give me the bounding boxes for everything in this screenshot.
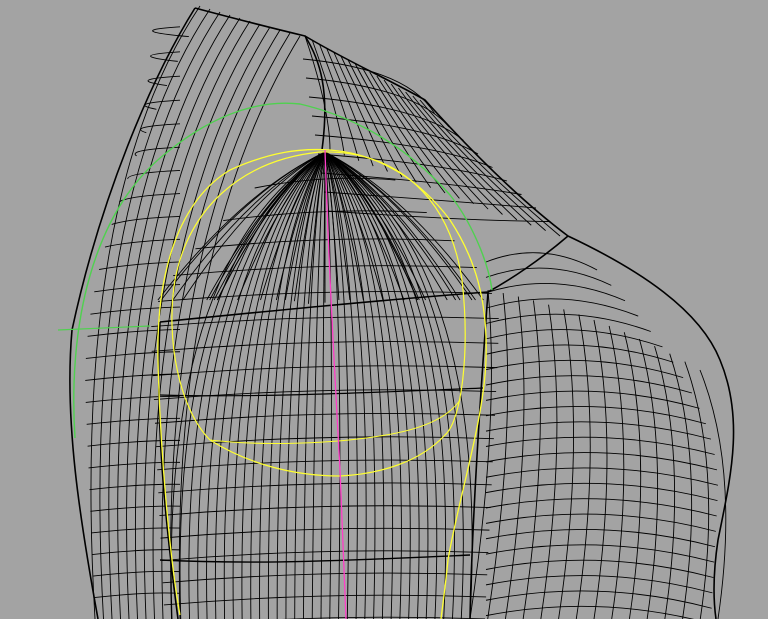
mesh-line <box>485 498 717 517</box>
mesh-line <box>324 151 358 619</box>
mesh-line <box>69 7 196 619</box>
wireframe-canvas[interactable] <box>0 0 768 619</box>
mesh-line <box>485 529 716 548</box>
mesh-line <box>85 351 181 359</box>
mesh-line <box>85 395 181 403</box>
mesh-line <box>485 421 712 440</box>
mesh-line <box>90 306 181 315</box>
mesh-line <box>699 369 727 619</box>
mesh-line <box>522 300 541 619</box>
mesh-line <box>111 216 181 225</box>
mesh-line <box>304 35 331 151</box>
mesh-line <box>320 151 326 619</box>
mesh-line <box>324 151 376 619</box>
mesh-line <box>89 483 181 491</box>
magenta-axis-curve[interactable] <box>324 149 347 619</box>
3d-viewport[interactable] <box>0 0 768 619</box>
mesh-line <box>160 527 490 539</box>
mesh-line <box>159 505 491 516</box>
mesh-line <box>127 170 181 180</box>
mesh-line <box>157 459 493 471</box>
mesh-line <box>99 8 211 619</box>
mesh-line <box>92 549 181 555</box>
mesh-line <box>147 75 181 86</box>
mesh-line <box>90 5 201 619</box>
mesh-line <box>87 439 181 447</box>
mesh-line <box>485 375 693 394</box>
mesh-line <box>485 390 700 409</box>
mesh-line <box>376 75 475 205</box>
mesh-line <box>179 151 326 619</box>
mesh-line <box>485 605 695 619</box>
mesh-line <box>485 359 684 379</box>
mesh-line <box>232 151 326 619</box>
mesh-line <box>161 550 489 562</box>
mesh-line <box>152 365 498 377</box>
mesh-line <box>593 319 608 619</box>
mesh-line <box>485 436 715 455</box>
mesh-line <box>333 51 388 172</box>
mesh-line <box>194 7 326 151</box>
mesh-line <box>144 99 181 110</box>
mesh-line <box>182 151 326 301</box>
mesh-line <box>485 283 626 302</box>
mesh-line <box>485 329 663 348</box>
mesh-line <box>540 304 558 619</box>
mesh-line <box>86 417 181 425</box>
mesh-line <box>93 570 181 577</box>
mesh-line <box>87 328 181 337</box>
mesh-line <box>485 344 674 363</box>
mesh-line <box>485 406 706 425</box>
mesh-line <box>158 482 492 494</box>
mesh-line <box>178 35 301 619</box>
mesh-line <box>567 235 735 619</box>
mesh-line <box>558 309 575 619</box>
mesh-line <box>469 289 492 619</box>
mesh-line <box>485 513 716 532</box>
mesh-line <box>485 313 651 332</box>
mesh-line <box>119 193 181 203</box>
mesh-line <box>485 544 715 563</box>
mesh-line <box>669 353 693 619</box>
mesh-line <box>485 252 598 271</box>
mesh-line <box>638 338 659 619</box>
mesh-line <box>276 151 326 619</box>
mesh-line <box>469 291 489 619</box>
mesh-line <box>608 325 625 619</box>
mesh-line <box>485 452 718 471</box>
mesh-line <box>88 461 181 469</box>
wireframe-mesh <box>85 5 727 619</box>
mesh-line <box>623 332 642 619</box>
mesh-line <box>134 146 181 157</box>
mesh-line <box>684 361 710 619</box>
mesh-line <box>162 572 488 584</box>
mesh-line <box>285 151 326 619</box>
mesh-line <box>188 151 326 619</box>
mesh-line <box>485 590 712 609</box>
mesh-line <box>390 83 503 215</box>
mesh-line <box>485 298 639 317</box>
mesh-line <box>163 594 487 606</box>
